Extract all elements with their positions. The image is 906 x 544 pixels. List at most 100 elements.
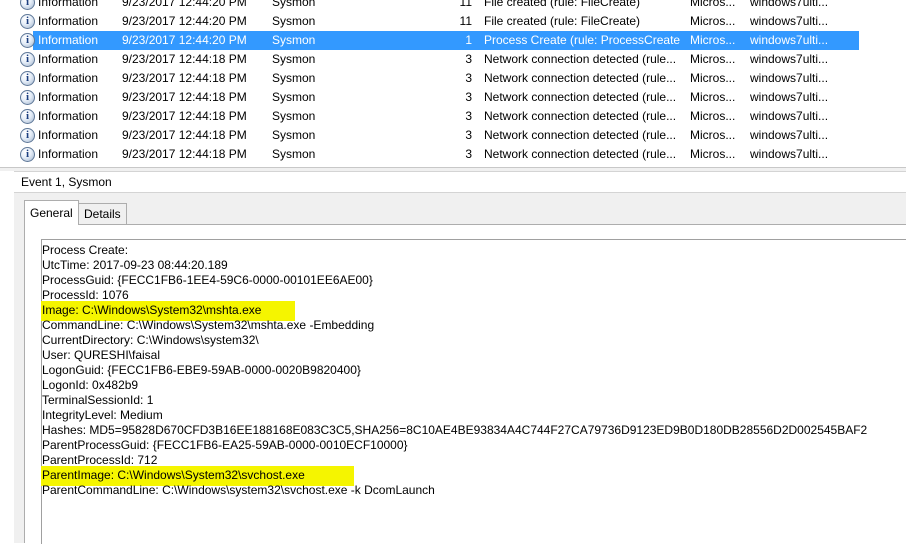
event-row-selected[interactable]: i Information 9/23/2017 12:44:20 PM Sysmon 1… xyxy=(14,31,906,50)
source-cell: Sysmon xyxy=(272,128,316,142)
task-category-cell: Network connection detected (rule... xyxy=(484,90,677,104)
task-category-cell: Process Create (rule: ProcessCreate) xyxy=(484,33,680,47)
event-id-cell: 3 xyxy=(465,147,472,161)
source-cell: Sysmon xyxy=(272,109,316,123)
date-time-cell: 9/23/2017 12:44:18 PM xyxy=(122,147,247,161)
level-cell: Information xyxy=(38,109,99,123)
event-details-title: Event 1, Sysmon xyxy=(21,175,112,189)
date-time-cell: 9/23/2017 12:44:18 PM xyxy=(122,128,247,142)
source-cell: Sysmon xyxy=(272,14,316,28)
task-category-cell: Network connection detected (rule... xyxy=(484,52,677,66)
source-cell: Sysmon xyxy=(272,0,316,9)
event-details-pane: General Details Process Create: UtcTime: … xyxy=(14,193,906,544)
event-id-cell: 3 xyxy=(465,128,472,142)
date-time-cell: 9/23/2017 12:44:18 PM xyxy=(122,71,247,85)
information-icon: i xyxy=(20,0,35,10)
level-cell: Information xyxy=(38,90,99,104)
detail-line: CurrentDirectory: C:\Windows\system32\ xyxy=(42,333,906,348)
detail-line-text: User: QURESHI\faisal xyxy=(42,348,161,362)
detail-line: CommandLine: C:\Windows\System32\mshta.e… xyxy=(42,318,906,333)
level-cell: Information xyxy=(38,52,99,66)
computer-cell: windows7ulti... xyxy=(750,71,829,85)
information-icon: i xyxy=(20,90,35,105)
detail-line: ParentCommandLine: C:\Windows\system32\s… xyxy=(42,483,906,498)
opcode-cell: Micros... xyxy=(690,109,736,123)
event-row[interactable]: i Information 9/23/2017 12:44:18 PM Sysmon 3… xyxy=(14,88,906,107)
event-id-cell: 3 xyxy=(465,109,472,123)
detail-line-text: Process Create: xyxy=(42,243,129,257)
task-category-cell: File created (rule: FileCreate) xyxy=(484,0,641,9)
task-category-cell: Network connection detected (rule... xyxy=(484,128,677,142)
tab-details-label: Details xyxy=(84,207,121,221)
detail-line-text: ProcessId: 1076 xyxy=(42,288,129,302)
level-cell: Information xyxy=(38,128,99,142)
opcode-cell: Micros... xyxy=(690,128,736,142)
event-row[interactable]: i Information 9/23/2017 12:44:18 PM Sysmon 3… xyxy=(14,107,906,126)
computer-cell: windows7ulti... xyxy=(750,147,829,161)
event-row[interactable]: i Information 9/23/2017 12:44:18 PM Sysmon 3… xyxy=(14,69,906,88)
opcode-cell: Micros... xyxy=(690,0,736,9)
tab-details[interactable]: Details xyxy=(78,203,127,225)
detail-line-text: LogonId: 0x482b9 xyxy=(42,378,139,392)
detail-line: LogonGuid: {FECC1FB6-EBE9-59AB-0000-0020… xyxy=(42,363,906,378)
task-category-cell: Network connection detected (rule... xyxy=(484,109,677,123)
detail-line: Process Create: xyxy=(42,243,906,258)
date-time-cell: 9/23/2017 12:44:18 PM xyxy=(122,109,247,123)
opcode-cell: Micros... xyxy=(690,14,736,28)
event-row[interactable]: i Information 9/23/2017 12:44:18 PM Sysmon 3… xyxy=(14,145,906,164)
event-details-header: Event 1, Sysmon xyxy=(14,171,906,193)
detail-line-text: ParentCommandLine: C:\Windows\system32\s… xyxy=(42,483,435,497)
highlighted-detail-line: Image: C:\Windows\System32\mshta.exe xyxy=(41,301,906,321)
event-list[interactable]: i Information 9/23/2017 12:44:20 PM Sysmon 1… xyxy=(14,0,906,168)
level-cell: Information xyxy=(38,147,99,161)
detail-line-text: IntegrityLevel: Medium xyxy=(42,408,163,422)
event-id-cell: 3 xyxy=(465,52,472,66)
detail-line-text: TerminalSessionId: 1 xyxy=(42,393,154,407)
detail-line-text: Hashes: MD5=95828D670CFD3B16EE188168E083… xyxy=(42,423,868,437)
task-category-cell: File created (rule: FileCreate) xyxy=(484,14,641,28)
tab-general[interactable]: General xyxy=(24,200,79,225)
detail-line: ParentProcessGuid: {FECC1FB6-EA25-59AB-0… xyxy=(42,438,906,453)
level-cell: Information xyxy=(38,0,99,9)
computer-cell: windows7ulti... xyxy=(750,90,829,104)
detail-line: ProcessGuid: {FECC1FB6-1EE4-59C6-0000-00… xyxy=(42,273,906,288)
computer-cell: windows7ulti... xyxy=(750,109,829,123)
opcode-cell: Micros... xyxy=(690,33,736,47)
opcode-cell: Micros... xyxy=(690,90,736,104)
detail-line: LogonId: 0x482b9 xyxy=(42,378,906,393)
event-row[interactable]: i Information 9/23/2017 12:44:18 PM Sysmon 3… xyxy=(14,126,906,145)
computer-cell: windows7ulti... xyxy=(750,33,829,47)
task-category-cell: Network connection detected (rule... xyxy=(484,71,677,85)
event-row[interactable]: i Information 9/23/2017 12:44:20 PM Sysmon 1… xyxy=(14,0,906,12)
date-time-cell: 9/23/2017 12:44:18 PM xyxy=(122,52,247,66)
detail-line: UtcTime: 2017-09-23 08:44:20.189 xyxy=(42,258,906,273)
event-id-cell: 3 xyxy=(465,90,472,104)
detail-line: User: QURESHI\faisal xyxy=(42,348,906,363)
detail-line-text: Image: C:\Windows\System32\mshta.exe xyxy=(42,303,262,317)
event-description-text[interactable]: Process Create: UtcTime: 2017-09-23 08:44… xyxy=(41,239,906,544)
information-icon: i xyxy=(20,33,35,48)
information-icon: i xyxy=(20,52,35,67)
event-row[interactable]: i Information 9/23/2017 12:44:18 PM Sysmon 3… xyxy=(14,50,906,69)
source-cell: Sysmon xyxy=(272,90,316,104)
event-id-cell: 3 xyxy=(465,71,472,85)
computer-cell: windows7ulti... xyxy=(750,14,829,28)
event-row[interactable]: i Information 9/23/2017 12:44:20 PM Sysmon 1… xyxy=(14,12,906,31)
computer-cell: windows7ulti... xyxy=(750,128,829,142)
opcode-cell: Micros... xyxy=(690,52,736,66)
tab-general-label: General xyxy=(30,206,73,220)
level-cell: Information xyxy=(38,71,99,85)
source-cell: Sysmon xyxy=(272,52,316,66)
date-time-cell: 9/23/2017 12:44:20 PM xyxy=(122,14,247,28)
detail-line-text: UtcTime: 2017-09-23 08:44:20.189 xyxy=(42,258,228,272)
level-cell: Information xyxy=(38,14,99,28)
highlighted-detail-line: ParentImage: C:\Windows\System32\svchost… xyxy=(41,466,906,486)
event-id-cell: 1 xyxy=(465,33,472,47)
detail-line: Hashes: MD5=95828D670CFD3B16EE188168E083… xyxy=(42,423,906,438)
detail-line-text: CurrentDirectory: C:\Windows\system32\ xyxy=(42,333,259,347)
detail-line-text: ParentProcessGuid: {FECC1FB6-EA25-59AB-0… xyxy=(42,438,408,452)
task-category-cell: Network connection detected (rule... xyxy=(484,147,677,161)
detail-line: IntegrityLevel: Medium xyxy=(42,408,906,423)
source-cell: Sysmon xyxy=(272,147,316,161)
computer-cell: windows7ulti... xyxy=(750,52,829,66)
